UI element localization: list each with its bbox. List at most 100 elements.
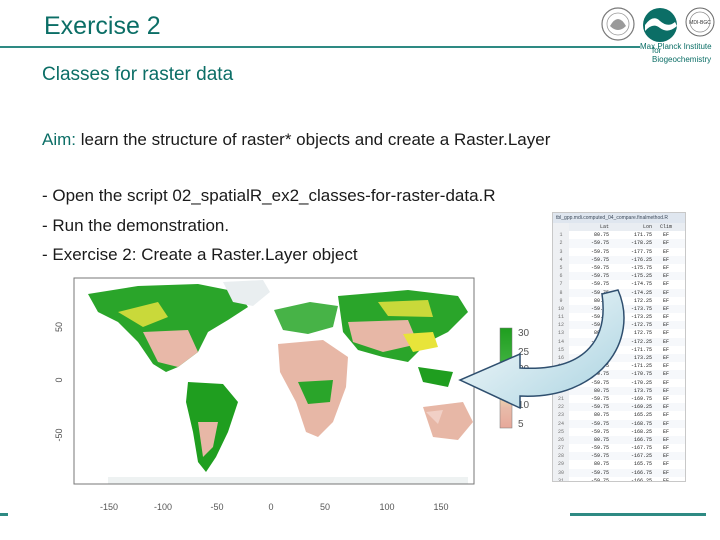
table-header-cell: Clim: [659, 224, 672, 230]
table-cell: EF: [662, 387, 669, 394]
table-cell: EF: [662, 248, 669, 255]
table-row: 4 -59.75 -176.25 EF: [553, 255, 685, 264]
table-cell: 166.75: [633, 436, 652, 443]
table-cell: -59.75: [590, 240, 609, 247]
table-cell: EF: [662, 240, 669, 247]
y-tick-label: -50: [54, 428, 64, 441]
table-cell: EF: [662, 232, 669, 239]
table-cell: -59.75: [590, 453, 609, 460]
x-tick-label: -100: [154, 502, 172, 512]
table-cell: 31: [553, 476, 569, 481]
table-cell: -166.75: [630, 469, 652, 476]
table-row: 25 -59.75 -168.25 EF: [553, 427, 685, 436]
table-cell: 1: [553, 231, 569, 240]
table-cell: -59.75: [590, 248, 609, 255]
curved-arrow-icon: [458, 289, 625, 410]
table-cell: 80.75: [593, 461, 609, 468]
table-row: 24 -59.75 -168.75 EF: [553, 419, 685, 428]
aim-line: Aim: learn the structure of raster* obje…: [42, 130, 550, 150]
bullet-run-demo: - Run the demonstration.: [42, 216, 230, 235]
table-cell: EF: [662, 477, 669, 482]
legend-tick-label: 5: [518, 419, 524, 430]
table-cell: EF: [662, 445, 669, 452]
slide-title: Exercise 2: [44, 12, 161, 40]
table-cell: -59.75: [590, 264, 609, 271]
table-row: 3 -59.75 -177.75 EF: [553, 247, 685, 256]
table-cell: EF: [662, 469, 669, 476]
table-cell: 165.75: [633, 461, 652, 468]
mdi-bgc-badge: MDI-BGC: [689, 20, 711, 26]
x-tick-label: 50: [320, 502, 330, 512]
table-cell: EF: [662, 428, 669, 435]
table-cell: -178.25: [630, 240, 652, 247]
table-cell: 80.75: [593, 232, 609, 239]
table-cell: EF: [662, 355, 669, 361]
table-cell: 28: [553, 452, 569, 461]
table-cell: -59.75: [590, 428, 609, 435]
aim-label: Aim:: [42, 130, 76, 149]
table-cell: EF: [662, 395, 669, 402]
table-header-cell: Lat: [599, 224, 609, 230]
table-cell: 26: [553, 435, 569, 445]
table-cell: -167.75: [630, 445, 652, 452]
y-axis-ticks: 50 0 -50: [54, 322, 64, 442]
table-header-cell: [553, 223, 569, 232]
table-cell: 2: [553, 239, 569, 248]
table-row: 5 -59.75 -175.75 EF: [553, 263, 685, 273]
title-divider: [0, 46, 640, 48]
table-cell: 27: [553, 444, 569, 453]
table-cell: -59.75: [590, 420, 609, 427]
bullet-exercise: - Exercise 2: Create a Raster.Layer obje…: [42, 245, 358, 264]
table-cell: 5: [553, 263, 569, 273]
table-cell: EF: [662, 264, 669, 271]
table-cell: -177.75: [630, 248, 652, 255]
table-cell: EF: [662, 256, 669, 263]
table-cell: EF: [662, 346, 669, 353]
table-row: 28 -59.75 -167.25 EF: [553, 452, 685, 461]
table-cell: EF: [662, 379, 669, 386]
table-cell: -168.75: [630, 420, 652, 427]
table-cell: EF: [662, 363, 669, 370]
table-cell: 24: [553, 419, 569, 428]
table-cell: -59.75: [590, 256, 609, 263]
table-cell: EF: [662, 305, 669, 312]
footer-accent-right: [570, 513, 706, 516]
table-cell: EF: [662, 273, 669, 280]
table-cell: EF: [662, 330, 669, 337]
x-tick-label: -50: [210, 502, 223, 512]
x-tick-label: 150: [433, 502, 448, 512]
table-cell: EF: [662, 297, 669, 304]
x-tick-label: -150: [100, 502, 118, 512]
aim-text: learn the structure of raster* objects a…: [76, 130, 551, 149]
table-cell: -168.25: [630, 428, 652, 435]
footer-accent-left: [0, 513, 8, 516]
table-cell: EF: [662, 453, 669, 460]
table-cell: EF: [662, 420, 669, 427]
table-row: 2 -59.75 -178.25 EF: [553, 239, 685, 248]
table-cell: 171.75: [633, 232, 652, 239]
table-cell: EF: [662, 461, 669, 468]
x-axis-ticks: -150 -100 -50 0 50 100 150: [100, 502, 449, 512]
table-cell: 3: [553, 247, 569, 256]
table-cell: 25: [553, 427, 569, 436]
table-cell: -59.75: [590, 445, 609, 452]
x-tick-label: 0: [268, 502, 273, 512]
table-cell: EF: [662, 436, 669, 443]
bullet-open-script: - Open the script 02_spatialR_ex2_classe…: [42, 186, 496, 205]
y-tick-label: 50: [54, 322, 64, 332]
table-cell: EF: [662, 281, 669, 288]
table-cell: -59.75: [590, 469, 609, 476]
table-cell: EF: [662, 314, 669, 321]
table-header-row: Lat Lon Clim: [553, 223, 685, 232]
x-tick-label: 100: [379, 502, 394, 512]
table-cell: EF: [662, 371, 669, 378]
table-cell: -166.25: [630, 477, 652, 482]
table-row: 31 -59.75 -166.25 EF: [553, 476, 685, 482]
table-cell: -59.75: [590, 477, 609, 482]
table-cell: -175.75: [630, 264, 652, 271]
table-header-cell: Lon: [642, 224, 652, 230]
table-row: 1 80.75 171.75 EF: [553, 231, 685, 240]
table-row: 29 80.75 165.75 EF: [553, 460, 685, 469]
slide-subtitle: Classes for raster data: [42, 64, 234, 85]
table-row: 26 80.75 166.75 EF: [553, 435, 685, 445]
